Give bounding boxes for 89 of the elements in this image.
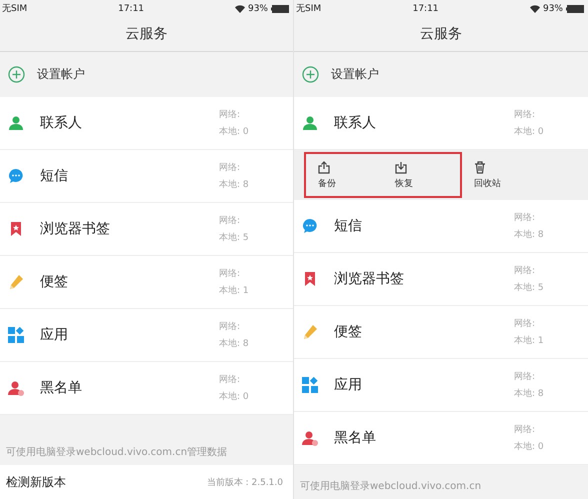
blocked-person-icon: [302, 430, 318, 446]
person-icon: [8, 115, 24, 131]
local-count: 本地: 1: [514, 334, 545, 347]
pencil-icon: [8, 274, 24, 290]
pencil-icon: [302, 324, 318, 340]
item-name: 联系人: [40, 114, 83, 132]
battery-percent: 93%: [542, 4, 563, 14]
network-count: 网络:: [514, 318, 536, 330]
sync-item-row[interactable]: 浏览器书签 网络: 本地: 5: [0, 203, 293, 256]
bookmark-icon: [8, 221, 24, 237]
carrier-text: 无SIM: [2, 3, 28, 15]
apps-grid-icon: [8, 327, 24, 343]
local-count: 本地: 8: [514, 388, 545, 400]
action-button[interactable]: 备份: [306, 154, 383, 196]
account-label: 设置帐户: [331, 66, 379, 83]
item-name: 浏览器书签: [40, 220, 111, 238]
local-count: 本地: 8: [219, 178, 250, 191]
trash-icon: [474, 160, 486, 174]
battery-icon: [271, 4, 289, 12]
account-row[interactable]: 设置帐户: [0, 52, 293, 97]
item-name: 黑名单: [40, 379, 83, 397]
item-name: 便签: [334, 323, 363, 341]
item-name: 联系人: [334, 114, 377, 132]
item-name: 应用: [334, 376, 363, 394]
version-check-label: 检测新版本: [6, 474, 66, 490]
network-count: 网络:: [514, 370, 536, 383]
local-count: 本地: 5: [219, 232, 250, 244]
screen-title: 云服务: [294, 17, 588, 52]
sync-item-row[interactable]: 短信 网络: 本地: 8: [0, 150, 293, 203]
network-count: 网络:: [514, 264, 536, 277]
network-count: 网络:: [219, 320, 242, 333]
sync-item-row[interactable]: 便签 网络: 本地: 1: [294, 306, 588, 359]
sync-item-row[interactable]: 黑名单 网络: 本地: 0: [0, 362, 293, 415]
item-name: 浏览器书签: [334, 270, 405, 288]
version-row[interactable]: 检测新版本 当前版本 : 2.5.1.0: [0, 465, 293, 499]
network-count: 网络:: [219, 108, 242, 121]
item-name: 便签: [40, 273, 69, 291]
local-count: 本地: 0: [514, 126, 545, 138]
item-name: 黑名单: [334, 429, 377, 447]
current-version: 当前版本 : 2.5.1.0: [206, 476, 283, 488]
local-count: 本地: 0: [514, 440, 545, 453]
footer-note: 可使用电脑登录webcloud.vivo.com.cn: [300, 480, 482, 493]
network-count: 网络:: [514, 212, 536, 224]
network-count: 网络:: [514, 108, 536, 121]
apps-grid-icon: [302, 377, 318, 393]
item-name: 短信: [334, 217, 363, 235]
sync-item-row[interactable]: 浏览器书签 网络: 本地: 5: [294, 253, 588, 306]
local-count: 本地: 8: [514, 228, 545, 241]
network-count: 网络:: [219, 162, 242, 174]
network-count: 网络:: [219, 214, 242, 227]
network-count: 网络:: [514, 424, 536, 436]
clock-text: 17:11: [118, 4, 144, 14]
item-name: 应用: [40, 326, 69, 344]
network-count: 网络:: [219, 374, 242, 386]
upload-icon: [318, 160, 330, 174]
local-count: 本地: 8: [219, 338, 250, 350]
battery-percent: 93%: [248, 4, 268, 14]
person-icon: [302, 115, 318, 131]
wifi-icon: [530, 4, 540, 12]
sync-item-row[interactable]: 应用 网络: 本地: 8: [294, 359, 588, 412]
local-count: 本地: 1: [219, 284, 250, 297]
screen-title: 云服务: [0, 17, 293, 52]
local-count: 本地: 0: [219, 390, 250, 403]
account-label: 设置帐户: [37, 66, 85, 83]
sync-item-row[interactable]: 应用 网络: 本地: 8: [0, 309, 293, 362]
network-count: 网络:: [219, 268, 242, 280]
local-count: 本地: 5: [514, 282, 545, 294]
download-icon: [395, 160, 407, 174]
add-icon: [8, 66, 25, 83]
footer-note: 可使用电脑登录webcloud.vivo.com.cn管理数据: [6, 446, 228, 459]
add-icon: [302, 66, 319, 83]
carrier-text: 无SIM: [296, 3, 322, 15]
sync-item-row[interactable]: 黑名单 网络: 本地: 0: [294, 412, 588, 465]
wifi-icon: [234, 4, 245, 12]
chat-bubble-icon: [8, 168, 24, 184]
account-row[interactable]: 设置帐户: [294, 52, 588, 97]
bookmark-icon: [302, 271, 318, 287]
sync-item-row[interactable]: 联系人 网络: 本地: 0: [0, 97, 293, 150]
battery-icon: [566, 4, 584, 12]
action-button[interactable]: 回收站: [462, 150, 539, 200]
blocked-person-icon: [8, 380, 24, 396]
sync-item-row[interactable]: 联系人 网络: 本地: 0: [294, 97, 588, 150]
chat-bubble-icon: [302, 218, 318, 234]
action-button[interactable]: 恢复: [383, 154, 460, 196]
item-name: 短信: [40, 167, 69, 185]
sync-item-row[interactable]: 短信 网络: 本地: 8: [294, 200, 588, 253]
clock-text: 17:11: [412, 4, 439, 14]
sync-item-row[interactable]: 便签 网络: 本地: 1: [0, 256, 293, 309]
local-count: 本地: 0: [219, 126, 250, 138]
